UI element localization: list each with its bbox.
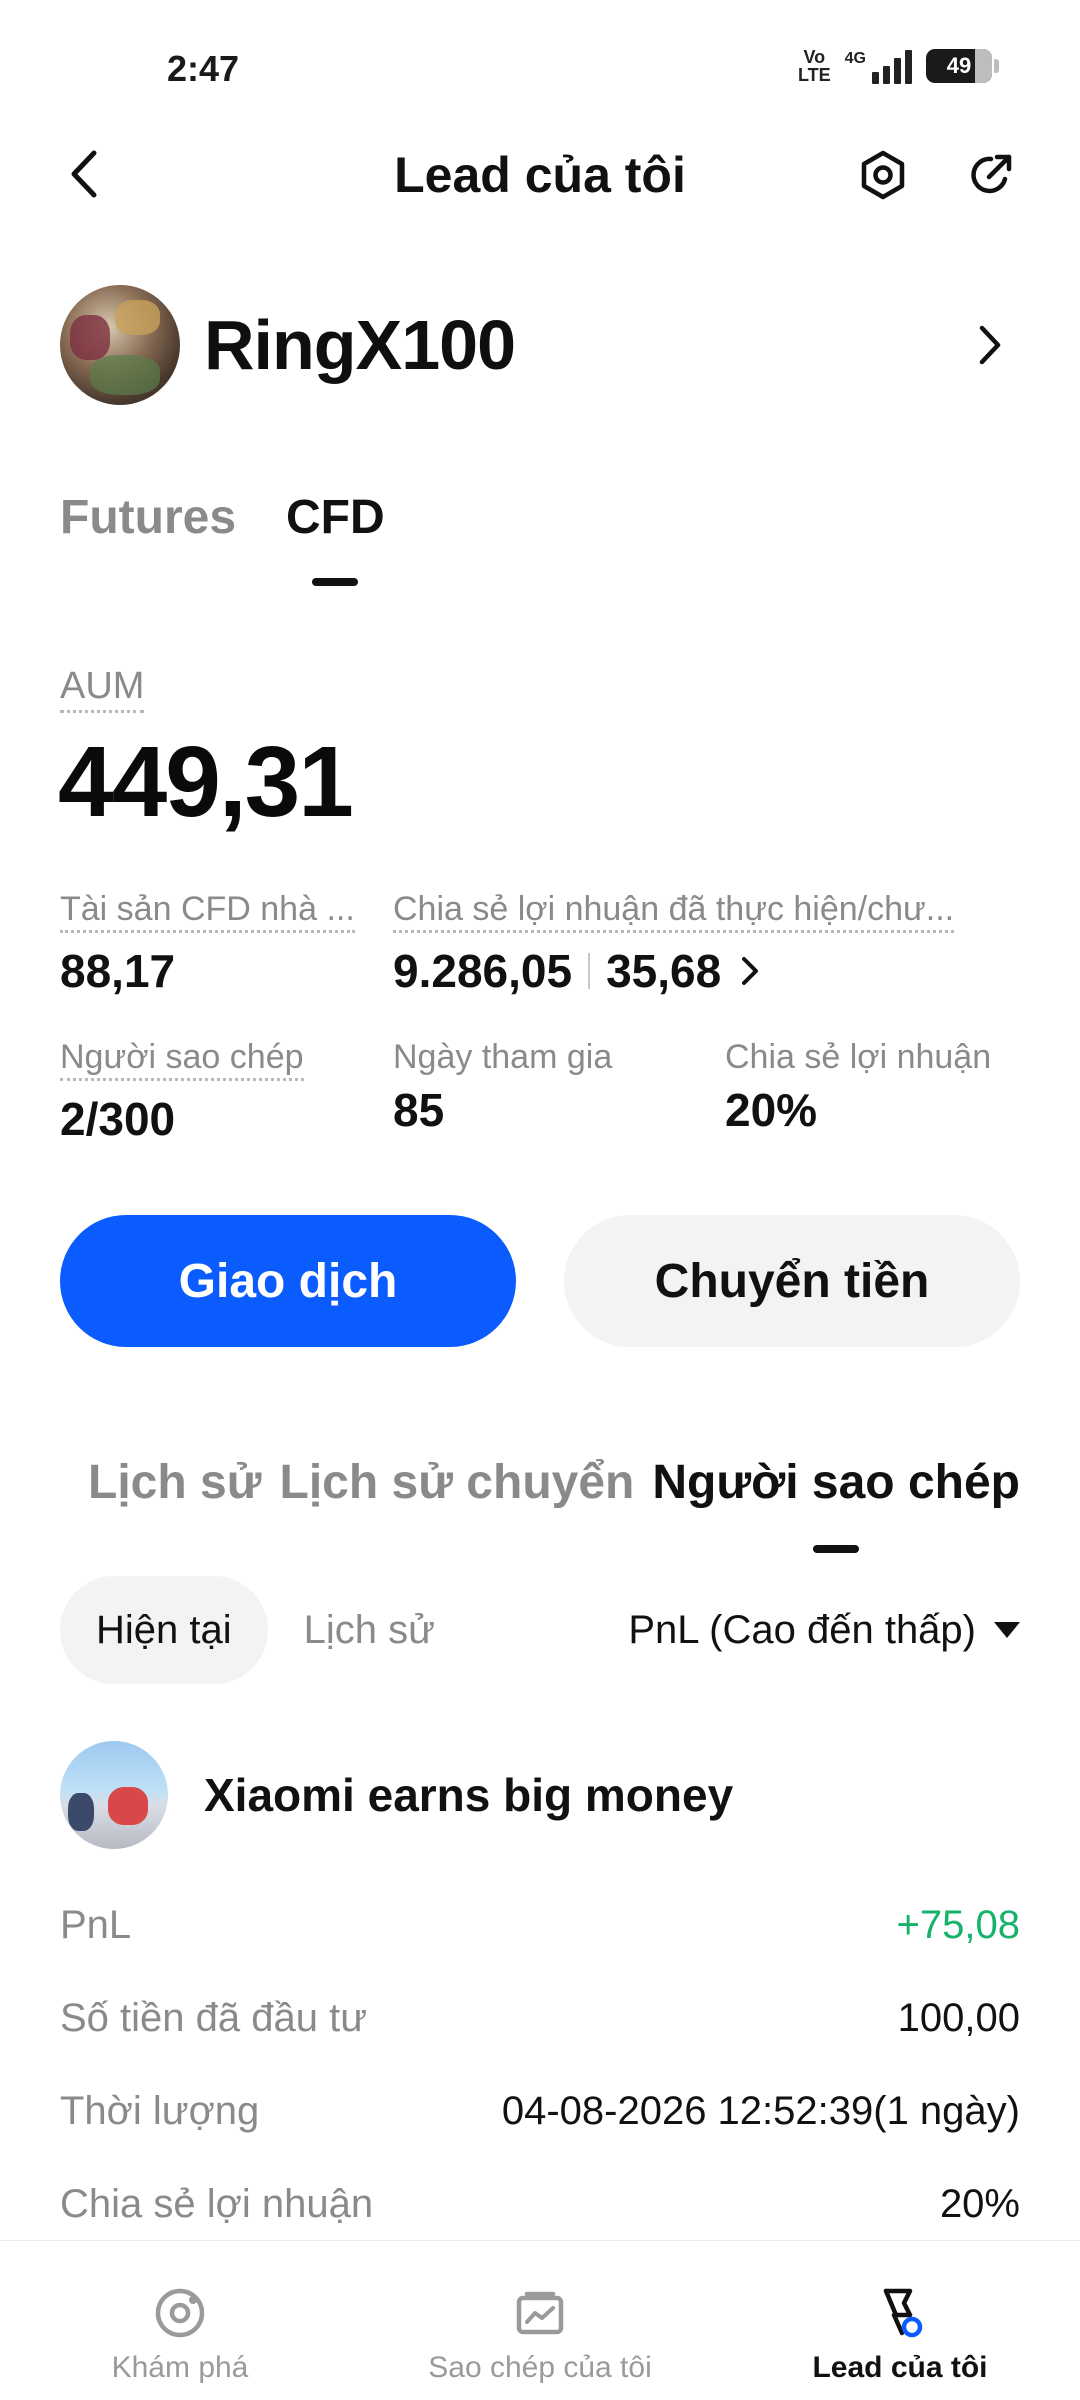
profit-share-realized-values[interactable]: 9.286,05 35,68 — [393, 944, 993, 998]
signal-icon — [872, 48, 912, 84]
cfd-assets-label[interactable]: Tài sản CFD nhà ... — [60, 890, 355, 933]
app-header: Lead của tôi — [0, 120, 1080, 230]
nav-label: Lead của tôi — [812, 2351, 988, 2384]
divider — [588, 953, 591, 989]
transfer-button[interactable]: Chuyển tiền — [564, 1215, 1020, 1347]
product-tabs: Futures CFD — [60, 490, 385, 600]
bottom-nav: Khám phá Sao chép của tôi Lead của tôi — [0, 2240, 1080, 2400]
follower-row-profit-share: Chia sẻ lợi nhuận 20% — [60, 2174, 1020, 2234]
network-type: 4G — [844, 50, 866, 67]
profile-arrow[interactable] — [960, 315, 1020, 375]
page-title: Lead của tôi — [394, 147, 686, 203]
gear-icon — [861, 150, 905, 200]
follower-name: Xiaomi earns big money — [204, 1769, 734, 1821]
caret-down-icon — [994, 1622, 1020, 1638]
profit-share-realized-label[interactable]: Chia sẻ lợi nhuận đã thực hiện/chư... — [393, 890, 955, 933]
row-value: 100,00 — [897, 1995, 1020, 2040]
avatar — [60, 1741, 168, 1849]
cfd-assets-value: 88,17 — [60, 945, 176, 997]
follower-row-pnl: PnL +75,08 — [60, 1895, 1020, 1955]
battery-level: 49 — [946, 53, 972, 78]
aum-label[interactable]: AUM — [60, 665, 145, 713]
nav-my-lead[interactable]: Lead của tôi — [720, 2241, 1080, 2400]
aum-value: 449,31 — [58, 726, 354, 838]
follower-header[interactable]: Xiaomi earns big money — [60, 1740, 1020, 1850]
profit-share-realized-stat[interactable]: Chia sẻ lợi nhuận đã thực hiện/chư... 9.… — [393, 890, 993, 998]
copiers-label[interactable]: Người sao chép — [60, 1038, 304, 1081]
copiers-value: 2/300 — [60, 1093, 176, 1145]
filter-row: Hiện tại Lịch sử PnL (Cao đến thấp) — [60, 1575, 1020, 1685]
chevron-right-icon — [742, 957, 759, 985]
status-icons: Vo LTE 4G 49 — [797, 47, 999, 85]
avatar — [60, 285, 180, 405]
tab-cfd[interactable]: CFD — [286, 490, 385, 590]
share-button[interactable] — [960, 144, 1022, 206]
chart-card-icon — [512, 2285, 568, 2341]
realized-value: 9.286,05 — [393, 945, 573, 997]
join-days-label: Ngày tham gia — [393, 1038, 613, 1076]
follower-row-invested: Số tiền đã đầu tư 100,00 — [60, 1988, 1020, 2048]
nav-label: Sao chép của tôi — [428, 2351, 652, 2384]
tab-transfer-history[interactable]: Lịch sử chuyển — [280, 1455, 635, 1555]
lead-flag-icon — [872, 2285, 928, 2341]
nav-my-copies[interactable]: Sao chép của tôi — [360, 2241, 720, 2400]
tab-history[interactable]: Lịch sử — [88, 1455, 261, 1555]
filter-current[interactable]: Hiện tại — [60, 1576, 268, 1684]
status-time: 2:47 — [167, 48, 240, 89]
profit-share-value: 20% — [725, 1084, 818, 1136]
nav-explore[interactable]: Khám phá — [0, 2241, 360, 2400]
profit-share-stat: Chia sẻ lợi nhuận 20% — [725, 1038, 1025, 1137]
share-icon — [971, 154, 1012, 194]
status-bar: 2:47 Vo LTE 4G 49 — [0, 0, 1080, 120]
lead-name: RingX100 — [204, 306, 516, 384]
nav-label: Khám phá — [111, 2351, 249, 2384]
row-label: PnL — [60, 1902, 132, 1947]
chevron-right-icon — [979, 325, 1001, 365]
row-value: 04-08-2026 12:52:39(1 ngày) — [501, 2088, 1020, 2133]
follower-row-duration: Thời lượng 04-08-2026 12:52:39(1 ngày) — [60, 2081, 1020, 2141]
explore-icon — [152, 2285, 208, 2341]
row-value: 20% — [939, 2181, 1020, 2226]
row-label: Chia sẻ lợi nhuận — [60, 2181, 374, 2226]
settings-button[interactable] — [852, 144, 914, 206]
volte-icon: Vo LTE — [797, 47, 831, 85]
sort-label: PnL (Cao đến thấp) — [628, 1607, 976, 1652]
section-tabs: Lịch sử Lịch sử chuyển Người sao chép — [88, 1455, 1020, 1555]
row-label: Thời lượng — [60, 2088, 260, 2133]
lead-profile-row[interactable]: RingX100 — [60, 280, 1020, 410]
row-value: +75,08 — [896, 1902, 1020, 1947]
profit-share-label: Chia sẻ lợi nhuận — [725, 1038, 992, 1076]
sort-dropdown[interactable]: PnL (Cao đến thấp) — [628, 1608, 1020, 1653]
copiers-stat: Người sao chép 2/300 — [60, 1038, 370, 1146]
cfd-assets-stat: Tài sản CFD nhà ... 88,17 — [60, 890, 360, 998]
join-days-stat: Ngày tham gia 85 — [393, 1038, 693, 1137]
trade-button[interactable]: Giao dịch — [60, 1215, 516, 1347]
tab-copiers[interactable]: Người sao chép — [652, 1455, 1020, 1555]
unrealized-value: 35,68 — [606, 945, 722, 997]
join-days-value: 85 — [393, 1084, 445, 1136]
tab-futures[interactable]: Futures — [60, 490, 236, 590]
battery-icon: 49 — [926, 49, 999, 83]
filter-history[interactable]: Lịch sử — [268, 1576, 471, 1684]
row-label: Số tiền đã đầu tư — [60, 1995, 367, 2040]
